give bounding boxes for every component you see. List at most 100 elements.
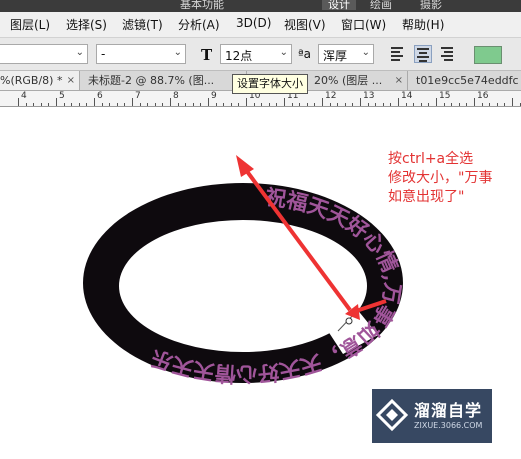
ruler-tick — [124, 103, 126, 106]
annotation-text: 按ctrl+a全选 修改大小，"万事 如意出现了" — [388, 150, 492, 207]
ruler-number: 16 — [477, 91, 489, 101]
ruler-tick — [481, 103, 483, 106]
align-left-button[interactable] — [389, 45, 407, 63]
arrowhead-icon — [236, 155, 254, 177]
path-anchor-point[interactable] — [345, 317, 353, 325]
font-size-value: 12点 — [225, 49, 253, 63]
ruler-tick — [284, 98, 285, 106]
ruler-tick — [170, 98, 171, 106]
ruler-tick — [147, 103, 149, 106]
ruler-tick — [40, 103, 42, 106]
ruler-number: 14 — [401, 91, 413, 101]
ruler-tick — [291, 103, 293, 106]
menu-help[interactable]: 帮助(H) — [402, 16, 444, 33]
ruler-tick — [337, 103, 339, 106]
ruler-tick — [443, 103, 445, 106]
close-icon[interactable]: × — [67, 71, 75, 90]
ruler-tick — [496, 103, 498, 106]
ruler-tick — [116, 103, 118, 106]
menu-window[interactable]: 窗口(W) — [341, 16, 386, 33]
align-right-button[interactable] — [439, 45, 457, 63]
ruler-tick — [25, 103, 27, 106]
ruler-tick — [200, 103, 202, 106]
annotation-line: 按ctrl+a全选 — [388, 151, 474, 167]
ruler-tick — [253, 103, 255, 106]
annotation-line: 如意出现了" — [388, 189, 465, 205]
ruler-tick — [466, 103, 468, 106]
font-style-value: - — [101, 47, 106, 61]
ruler-tick — [78, 103, 80, 106]
logo-icon — [375, 398, 409, 432]
ruler-tick — [314, 103, 316, 106]
ruler-tick — [261, 103, 263, 106]
ruler-tick — [18, 98, 19, 106]
tooltip: 设置字体大小 — [232, 74, 308, 94]
ruler-tick — [367, 103, 369, 106]
chevron-down-icon: ⌄ — [75, 47, 84, 58]
ruler-tick — [420, 103, 422, 106]
ruler-tick — [109, 103, 111, 106]
text-color-swatch[interactable] — [474, 46, 502, 64]
ruler-tick — [519, 103, 521, 106]
ruler-tick — [512, 98, 513, 106]
workspace-switcher: 基本功能 设计 绘画 摄影 — [0, 0, 521, 12]
menu-filter[interactable]: 滤镜(T) — [122, 16, 163, 33]
tab-label: %(RGB/8) * — [0, 74, 63, 87]
chevron-down-icon: ⌄ — [173, 47, 182, 58]
ruler-tick — [451, 103, 453, 106]
ruler-tick — [322, 98, 323, 106]
menu-layer[interactable]: 图层(L) — [10, 16, 50, 33]
ruler-tick — [360, 98, 361, 106]
annotation-line: 修改大小，"万事 — [388, 170, 493, 186]
workspace-essentials[interactable]: 基本功能 — [180, 0, 224, 11]
workspace-design[interactable]: 设计 — [322, 0, 356, 11]
ruler-tick — [246, 98, 247, 106]
ruler-number: 8 — [173, 91, 179, 101]
menu-3d[interactable]: 3D(D) — [236, 16, 271, 30]
font-style-dropdown[interactable]: - ⌄ — [96, 44, 186, 64]
ruler-tick — [101, 103, 103, 106]
antialias-dropdown[interactable]: 浑厚 ⌄ — [318, 44, 374, 64]
font-family-dropdown[interactable]: ⌄ — [0, 44, 88, 64]
ruler-tick — [352, 103, 354, 106]
menu-select[interactable]: 选择(S) — [66, 16, 107, 33]
font-size-dropdown[interactable]: 12点 ⌄ — [220, 44, 292, 64]
ruler-tick — [238, 103, 240, 106]
tab-label: 未标题-2 @ 88.7% (图... — [88, 74, 215, 87]
chevron-down-icon: ⌄ — [361, 47, 370, 58]
ruler-tick — [268, 103, 270, 106]
watermark-title: 溜溜自学 — [414, 401, 483, 420]
ruler-number: 9 — [211, 91, 217, 101]
menu-view[interactable]: 视图(V) — [284, 16, 326, 33]
ruler-number: 6 — [97, 91, 103, 101]
ruler-number: 15 — [439, 91, 451, 101]
ruler-tick — [223, 103, 225, 106]
ruler-tick — [382, 103, 384, 106]
ruler-number: 12 — [325, 91, 337, 101]
document-tab-2[interactable]: 未标题-2 @ 88.7% (图... × — [84, 71, 247, 90]
chevron-down-icon: ⌄ — [279, 47, 288, 58]
ruler-tick — [428, 103, 430, 106]
ruler-tick — [436, 98, 437, 106]
document-tab-4[interactable]: t01e9cc5e74eddfc — [412, 71, 521, 90]
ruler-tick — [86, 103, 88, 106]
align-center-button[interactable] — [414, 45, 432, 63]
tab-label: t01e9cc5e74eddfc — [416, 74, 519, 87]
workspace-photography[interactable]: 摄影 — [420, 0, 442, 11]
watermark-logo: 溜溜自学 ZIXUE.3066.COM — [372, 389, 492, 443]
document-tab-1[interactable]: %(RGB/8) * × — [0, 71, 80, 90]
antialias-value: 浑厚 — [323, 49, 348, 63]
workspace-painting[interactable]: 绘画 — [370, 0, 392, 11]
ruler-tick — [344, 103, 346, 106]
menu-bar: 图层(L) 选择(S) 滤镜(T) 分析(A) 3D(D) 视图(V) 窗口(W… — [0, 12, 521, 38]
antialias-icon: ªa — [298, 47, 312, 61]
menu-analysis[interactable]: 分析(A) — [178, 16, 220, 33]
ruler-tick — [185, 103, 187, 106]
ruler-tick — [63, 103, 65, 106]
ruler-tick — [413, 103, 415, 106]
ruler-tick — [329, 103, 331, 106]
close-icon[interactable]: × — [395, 71, 403, 90]
ruler-tick — [162, 103, 164, 106]
document-tab-3[interactable]: 20% (图层 ... × — [310, 71, 408, 90]
ruler-tick — [94, 98, 95, 106]
